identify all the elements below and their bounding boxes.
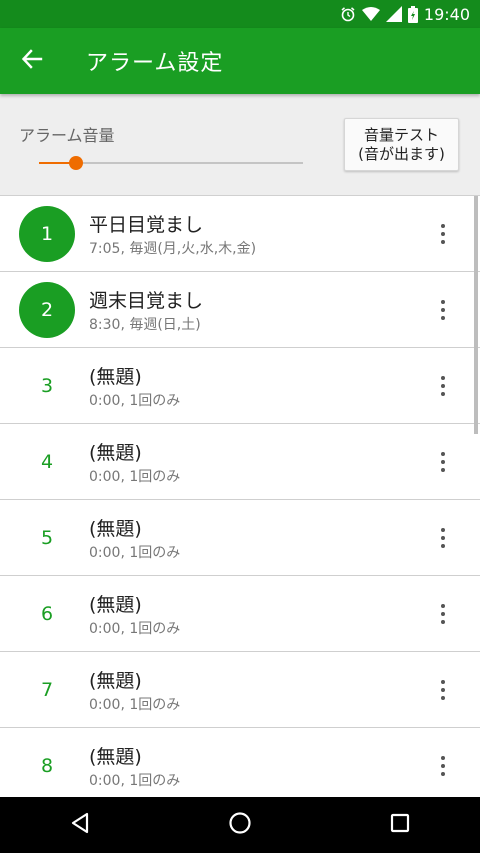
more-vert-icon[interactable] <box>430 368 456 404</box>
app-bar: アラーム設定 <box>0 28 480 94</box>
wifi-icon <box>361 7 380 21</box>
alarm-number: 8 <box>40 755 54 777</box>
alarm-schedule: 0:00, 1回のみ <box>89 621 181 637</box>
recents-square-icon <box>389 812 411 838</box>
alarm-clock-icon <box>340 6 356 22</box>
alarm-volume-label: アラーム音量 <box>19 126 115 145</box>
alarm-row[interactable]: 8 (無題) 0:00, 1回のみ <box>0 728 480 797</box>
nav-back-button[interactable] <box>50 797 110 853</box>
signal-icon <box>385 6 402 22</box>
alarm-title: (無題) <box>89 518 142 540</box>
alarm-row[interactable]: 4 (無題) 0:00, 1回のみ <box>0 424 480 500</box>
alarm-schedule: 0:00, 1回のみ <box>89 469 181 485</box>
more-vert-icon[interactable] <box>430 444 456 480</box>
alarm-list: 1 平日目覚まし 7:05, 毎週(月,火,水,木,金) 2 週末目覚まし 8:… <box>0 196 480 797</box>
more-vert-icon[interactable] <box>430 292 456 328</box>
alarm-row[interactable]: 3 (無題) 0:00, 1回のみ <box>0 348 480 424</box>
nav-recents-button[interactable] <box>370 797 430 853</box>
alarm-volume-slider[interactable] <box>39 156 303 170</box>
alarm-schedule: 7:05, 毎週(月,火,水,木,金) <box>89 241 257 257</box>
alarm-schedule: 0:00, 1回のみ <box>89 393 181 409</box>
alarm-volume-panel: アラーム音量 音量テスト (音が出ます) <box>0 94 480 196</box>
alarm-row[interactable]: 6 (無題) 0:00, 1回のみ <box>0 576 480 652</box>
volume-test-button[interactable]: 音量テスト (音が出ます) <box>344 118 459 171</box>
alarm-number-badge: 1 <box>19 206 75 262</box>
alarm-row[interactable]: 1 平日目覚まし 7:05, 毎週(月,火,水,木,金) <box>0 196 480 272</box>
battery-charging-icon <box>407 5 418 23</box>
alarm-title: 週末目覚まし <box>89 290 204 312</box>
alarm-row[interactable]: 7 (無題) 0:00, 1回のみ <box>0 652 480 728</box>
alarm-number: 4 <box>40 451 54 473</box>
alarm-schedule: 8:30, 毎週(日,土) <box>89 317 201 333</box>
arrow-left-icon <box>21 48 43 74</box>
alarm-title: 平日目覚まし <box>89 214 204 236</box>
alarm-number: 7 <box>40 679 54 701</box>
more-vert-icon[interactable] <box>430 672 456 708</box>
alarm-row[interactable]: 2 週末目覚まし 8:30, 毎週(日,土) <box>0 272 480 348</box>
alarm-number: 6 <box>40 603 54 625</box>
volume-test-label: 音量テスト <box>363 125 439 144</box>
nav-home-button[interactable] <box>210 797 270 853</box>
more-vert-icon[interactable] <box>430 748 456 784</box>
alarm-title: (無題) <box>89 670 142 692</box>
status-bar: 19:40 <box>0 0 480 28</box>
page-title: アラーム設定 <box>86 51 224 76</box>
system-nav-bar <box>0 797 480 853</box>
more-vert-icon[interactable] <box>430 520 456 556</box>
alarm-schedule: 0:00, 1回のみ <box>89 545 181 561</box>
alarm-number: 5 <box>40 527 54 549</box>
alarm-number: 3 <box>40 375 54 397</box>
alarm-title: (無題) <box>89 594 142 616</box>
alarm-schedule: 0:00, 1回のみ <box>89 697 181 713</box>
slider-thumb[interactable] <box>68 156 83 170</box>
alarm-title: (無題) <box>89 442 142 464</box>
alarm-title: (無題) <box>89 366 142 388</box>
more-vert-icon[interactable] <box>430 216 456 252</box>
back-triangle-icon <box>69 812 91 838</box>
back-button[interactable] <box>0 28 64 94</box>
list-scrollbar[interactable] <box>474 196 478 434</box>
more-vert-icon[interactable] <box>430 596 456 632</box>
alarm-title: (無題) <box>89 746 142 768</box>
alarm-schedule: 0:00, 1回のみ <box>89 773 181 789</box>
alarm-number-badge: 2 <box>19 282 75 338</box>
alarm-row[interactable]: 5 (無題) 0:00, 1回のみ <box>0 500 480 576</box>
clock-time: 19:40 <box>423 4 470 24</box>
volume-test-note: (音が出ます) <box>358 144 445 163</box>
home-circle-icon <box>228 811 252 839</box>
